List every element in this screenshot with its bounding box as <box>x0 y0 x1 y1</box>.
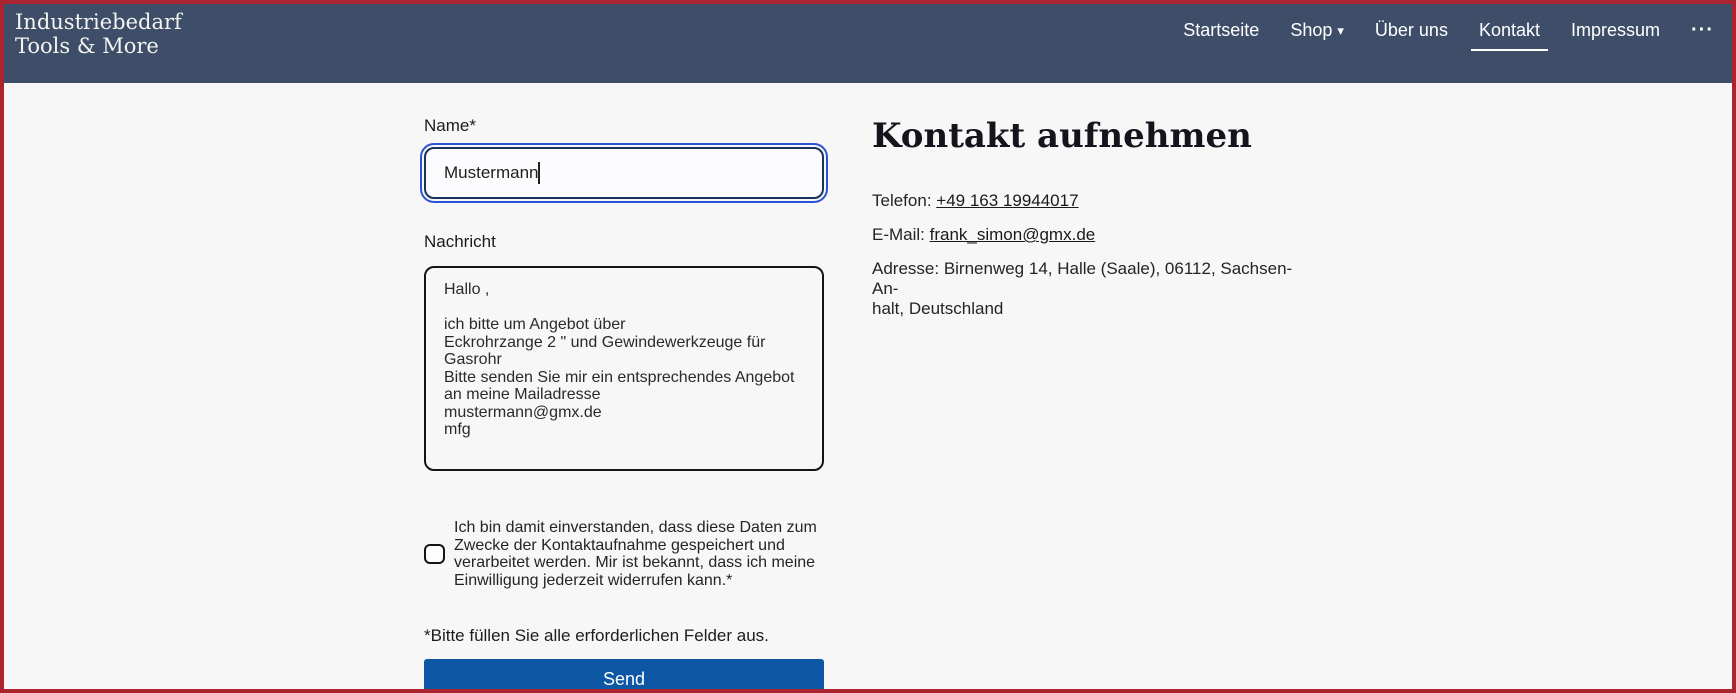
name-field-wrap <box>424 147 824 199</box>
address-line: Adresse: Birnenweg 14, Halle (Saale), 06… <box>872 259 1312 319</box>
site-header: Industriebedarf Tools & More Startseite … <box>4 4 1732 83</box>
email-link[interactable]: frank_simon@gmx.de <box>930 225 1096 244</box>
nav-item-impressum[interactable]: Impressum <box>1571 19 1660 41</box>
phone-line: Telefon: +49 163 19944017 <box>872 191 1312 211</box>
address-label: Adresse: <box>872 259 944 278</box>
consent-checkbox[interactable] <box>424 544 445 564</box>
nav-item-ueber-uns[interactable]: Über uns <box>1375 19 1448 41</box>
nav-item-shop[interactable]: Shop ▾ <box>1290 19 1344 43</box>
message-label: Nachricht <box>424 232 824 252</box>
main-nav: Startseite Shop ▾ Über uns Kontakt Impres… <box>1183 4 1732 51</box>
nav-item-shop-label: Shop <box>1290 20 1332 40</box>
text-cursor <box>538 162 540 184</box>
brand-line2: Tools & More <box>15 34 182 58</box>
email-label: E-Mail: <box>872 225 930 244</box>
phone-link[interactable]: +49 163 19944017 <box>936 191 1078 210</box>
required-fields-note: *Bitte füllen Sie alle erforderlichen Fe… <box>424 626 824 646</box>
brand-line1: Industriebedarf <box>15 10 182 34</box>
contact-info: Kontakt aufnehmen Telefon: +49 163 19944… <box>872 114 1312 333</box>
nav-overflow-button[interactable]: ··· <box>1691 19 1714 41</box>
nav-item-startseite[interactable]: Startseite <box>1183 19 1259 41</box>
ellipsis-icon: ··· <box>1691 19 1714 41</box>
name-label: Name* <box>424 116 824 136</box>
send-button[interactable]: Send <box>424 659 824 693</box>
contact-form: Name* Nachricht Hallo , ich bitte um Ang… <box>424 116 824 693</box>
message-textarea[interactable]: Hallo , ich bitte um Angebot über Eckroh… <box>424 266 824 471</box>
brand-logo[interactable]: Industriebedarf Tools & More <box>4 4 182 58</box>
name-input[interactable] <box>424 147 824 199</box>
address-text-2: halt, Deutschland <box>872 299 1312 319</box>
nav-item-kontakt[interactable]: Kontakt <box>1471 19 1548 51</box>
chevron-down-icon: ▾ <box>1337 23 1344 38</box>
consent-text: Ich bin damit einverstanden, dass diese … <box>454 519 823 589</box>
page-title: Kontakt aufnehmen <box>872 114 1312 158</box>
phone-label: Telefon: <box>872 191 936 210</box>
email-line: E-Mail: frank_simon@gmx.de <box>872 225 1312 245</box>
page: Industriebedarf Tools & More Startseite … <box>0 0 1736 693</box>
consent-row: Ich bin damit einverstanden, dass diese … <box>424 519 824 589</box>
